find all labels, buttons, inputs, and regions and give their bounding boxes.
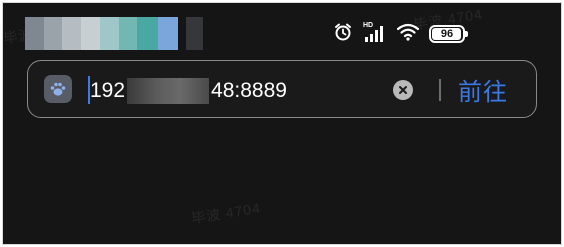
paw-icon[interactable] — [44, 75, 72, 103]
redacted-notification-area — [25, 17, 204, 50]
browser-screen: 毕波 4704 毕波 4704 毕波 4704 HD — [2, 2, 562, 245]
signal-icon: HD — [363, 22, 387, 44]
url-suffix: 48:8889 — [211, 79, 287, 102]
alarm-icon — [333, 22, 353, 47]
clear-button[interactable] — [393, 80, 413, 100]
go-button[interactable]: 前往 — [458, 73, 508, 106]
status-bar: HD 96 — [3, 17, 561, 51]
battery-level: 96 — [440, 28, 454, 40]
url-input[interactable]: 192 48:8889 — [90, 77, 287, 105]
status-icons: HD 96 — [333, 21, 468, 47]
watermark: 毕波 4704 — [190, 199, 262, 227]
divider — [439, 79, 441, 101]
wifi-icon — [396, 23, 420, 46]
url-prefix: 192 — [90, 79, 126, 102]
close-icon — [399, 86, 407, 94]
redacted-url-segment — [127, 78, 210, 104]
battery-icon: 96 — [429, 25, 468, 43]
address-bar[interactable]: 192 48:8889 前往 — [27, 60, 537, 118]
